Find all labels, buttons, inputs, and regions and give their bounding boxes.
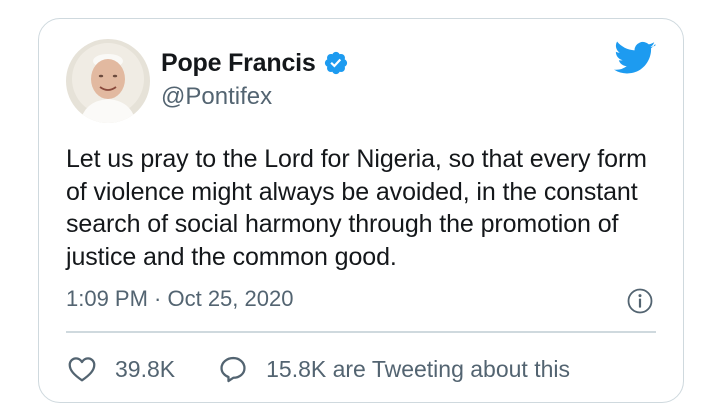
speech-bubble-icon [220, 356, 246, 383]
author-display-name[interactable]: Pope Francis [161, 49, 316, 78]
verified-badge-icon [323, 50, 349, 76]
like-button[interactable]: 39.8K [66, 353, 175, 385]
twitter-bird-icon[interactable] [614, 41, 656, 77]
tweet-text: Let us pray to the Lord for Nigeria, so … [66, 145, 647, 271]
tweet-timestamp[interactable]: 1:09 PM · Oct 25, 2020 [66, 286, 293, 312]
heart-icon [68, 357, 96, 382]
tweeting-about-this-label: 15.8K are Tweeting about this [266, 355, 571, 382]
tweet-card[interactable]: Pope Francis @Pontifex Let us pray to th… [38, 18, 684, 403]
avatar[interactable] [66, 39, 150, 123]
like-count: 39.8K [115, 355, 176, 382]
author-handle[interactable]: @Pontifex [161, 83, 272, 111]
tweeting-about-this-button[interactable]: 15.8K are Tweeting about this [217, 353, 570, 385]
tweet-actions: 39.8K 15.8K are Tweeting about this [66, 352, 570, 386]
divider [66, 331, 656, 333]
avatar-portrait [66, 39, 150, 123]
info-icon[interactable] [627, 288, 653, 314]
